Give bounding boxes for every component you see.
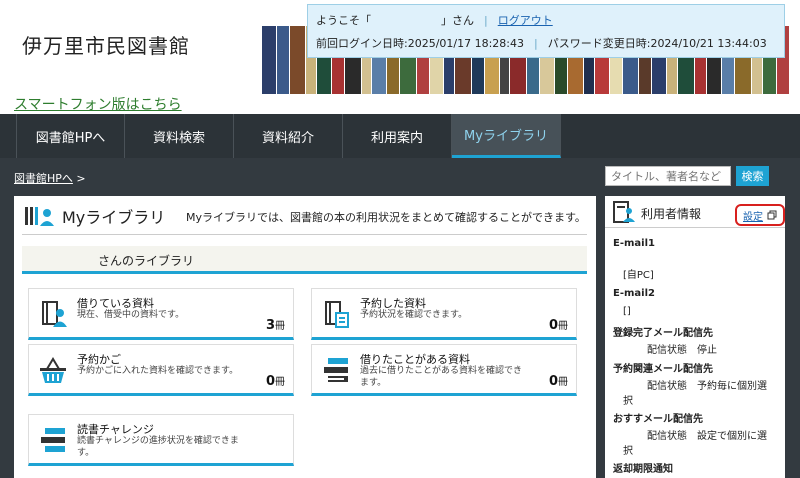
email1-value: [自PC] <box>623 270 654 281</box>
registration-mail-label: 登録完了メール配信先 <box>613 328 713 339</box>
borrowed-count: 3冊 <box>265 318 285 333</box>
settings-button[interactable]: 設定 <box>735 204 785 226</box>
basket-icon <box>40 357 66 383</box>
user-info-header: 利用者情報 設定 <box>605 196 785 228</box>
email2-label: E-mail2 <box>613 288 655 299</box>
card-description: 予約かごに入れた資料を確認できます。 <box>77 366 239 376</box>
breadcrumb: 図書館HPへ > <box>14 170 86 186</box>
email1-label: E-mail1 <box>613 238 655 249</box>
login-info-box: ようこそ「 」さん | ログアウト 前回ログイン日時:2025/01/17 18… <box>307 4 785 58</box>
external-window-icon <box>767 210 777 220</box>
user-info-icon <box>613 201 635 223</box>
nav-introduction[interactable]: 資料紹介 <box>234 114 343 158</box>
site-title: 伊万里市民図書館 <box>22 34 190 58</box>
nav-search[interactable]: 資料検索 <box>125 114 234 158</box>
search-input[interactable] <box>605 166 731 186</box>
reserved-count: 0冊 <box>548 318 568 333</box>
card-reserved[interactable]: 予約した資料 予約状況を確認できます。 0冊 <box>311 288 577 340</box>
card-reading-challenge[interactable]: 読書チャレンジ 読書チャレンジの進捗状況を確認できます。 <box>28 414 294 466</box>
welcome-prefix: ようこそ「 <box>316 14 371 27</box>
card-borrowed[interactable]: 借りている資料 現在、借受中の資料です。 3冊 <box>28 288 294 340</box>
my-library-description: Myライブラリでは、図書館の本の利用状況をまとめて確認することができます。 <box>186 211 586 224</box>
borrowed-book-icon <box>42 301 67 327</box>
header: 伊万里市民図書館 スマートフォン版はこちら ようこそ「 」さん | ログアウト … <box>0 0 800 114</box>
divider <box>22 234 587 235</box>
my-library-icon <box>25 207 54 226</box>
my-library-panel: Myライブラリ Myライブラリでは、図書館の本の利用状況をまとめて確認することが… <box>14 196 596 478</box>
settings-label: 設定 <box>743 211 763 223</box>
card-description: 現在、借受中の資料です。 <box>77 310 185 320</box>
reservation-mail-label: 予約関連メール配信先 <box>613 364 713 375</box>
user-info-panel: 利用者情報 設定 E-mail1 [自PC] E-mail2 [] 登録完了メー… <box>605 196 785 478</box>
reservation-mail-status-cont: 択 <box>623 396 633 407</box>
card-reservation-basket[interactable]: 予約かご 予約かごに入れた資料を確認できます。 0冊 <box>28 344 294 396</box>
card-description: 予約状況を確認できます。 <box>360 310 468 320</box>
recommend-mail-label: おすすメール配信先 <box>613 414 703 425</box>
due-notice-label: 返却期限通知 <box>613 464 673 475</box>
last-login: 前回ログイン日時:2025/01/17 18:28:43 <box>316 37 525 50</box>
card-borrow-history[interactable]: 借りたことがある資料 過去に借りたことがある資料を確認できます。 0冊 <box>311 344 577 396</box>
nav-guide[interactable]: 利用案内 <box>343 114 452 158</box>
basket-count: 0冊 <box>265 374 285 389</box>
reservation-mail-status: 配信状態 予約毎に個別選 <box>647 381 767 392</box>
reserved-book-icon <box>325 301 349 328</box>
breadcrumb-separator: > <box>76 172 86 185</box>
password-changed: パスワード変更日時:2024/10/21 13:44:03 <box>547 37 767 50</box>
library-owner-label: さんのライブラリ <box>98 254 195 268</box>
separator: | <box>534 36 538 50</box>
search-button[interactable]: 検索 <box>736 166 769 186</box>
main-nav: 図書館HPへ 資料検索 資料紹介 利用案内 Myライブラリ <box>0 114 800 158</box>
registration-mail-status: 配信状態 停止 <box>647 345 717 356</box>
my-library-title: Myライブラリ <box>62 208 166 227</box>
nav-library-home[interactable]: 図書館HPへ <box>16 114 125 158</box>
reading-challenge-icon <box>41 428 65 452</box>
welcome-suffix: 」さん <box>441 14 474 27</box>
recommend-mail-status-cont: 択 <box>623 446 633 457</box>
card-description: 読書チャレンジの進捗状況を確認できます。 <box>77 436 239 458</box>
logout-link[interactable]: ログアウト <box>498 12 553 28</box>
smartphone-version-link[interactable]: スマートフォン版はこちら <box>14 94 182 114</box>
user-info-title: 利用者情報 <box>641 207 702 221</box>
card-description: 過去に借りたことがある資料を確認できます。 <box>360 366 523 388</box>
nav-my-library[interactable]: Myライブラリ <box>452 114 561 158</box>
history-count: 0冊 <box>548 374 568 389</box>
book-stack-icon <box>324 358 348 382</box>
library-owner-bar: さんのライブラリ <box>22 246 587 274</box>
email2-value: [] <box>623 306 631 317</box>
my-library-heading: Myライブラリ <box>24 204 165 228</box>
separator: | <box>484 13 488 27</box>
recommend-mail-status: 配信状態 設定で個別に選 <box>647 431 767 442</box>
breadcrumb-home-link[interactable]: 図書館HPへ <box>14 172 73 185</box>
